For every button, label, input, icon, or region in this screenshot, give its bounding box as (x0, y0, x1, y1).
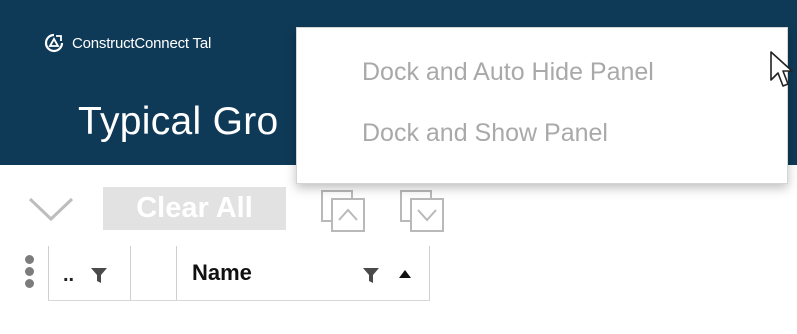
header-bottom-border (48, 300, 430, 301)
chevron-down-icon[interactable] (26, 195, 76, 225)
column-separator (48, 246, 49, 301)
column-header-name[interactable]: Name (192, 260, 252, 286)
clear-all-button[interactable]: Clear All (103, 187, 286, 230)
move-up-icon[interactable] (318, 187, 368, 233)
menu-item-dock-show[interactable]: Dock and Show Panel (297, 103, 787, 163)
app-title: ConstructConnect Tal (44, 31, 211, 55)
sort-ascending-icon[interactable] (398, 269, 412, 279)
app-name: ConstructConnect Tal (72, 34, 212, 52)
filter-icon[interactable] (90, 266, 108, 284)
menu-item-dock-auto-hide[interactable]: Dock and Auto Hide Panel (297, 42, 787, 102)
column-header-expand[interactable]: .. (63, 264, 74, 287)
logo-icon (44, 33, 64, 53)
column-separator (176, 246, 177, 301)
grip-icon[interactable] (22, 252, 36, 296)
column-separator (130, 246, 131, 301)
grid-header: .. Name (0, 246, 430, 301)
dock-options-menu: Dock and Auto Hide Panel Dock and Show P… (296, 27, 788, 184)
move-down-icon[interactable] (397, 187, 447, 233)
cursor-icon (770, 51, 793, 87)
filter-icon[interactable] (362, 266, 380, 284)
page-title: Typical Gro (78, 100, 279, 143)
column-separator (429, 246, 430, 301)
